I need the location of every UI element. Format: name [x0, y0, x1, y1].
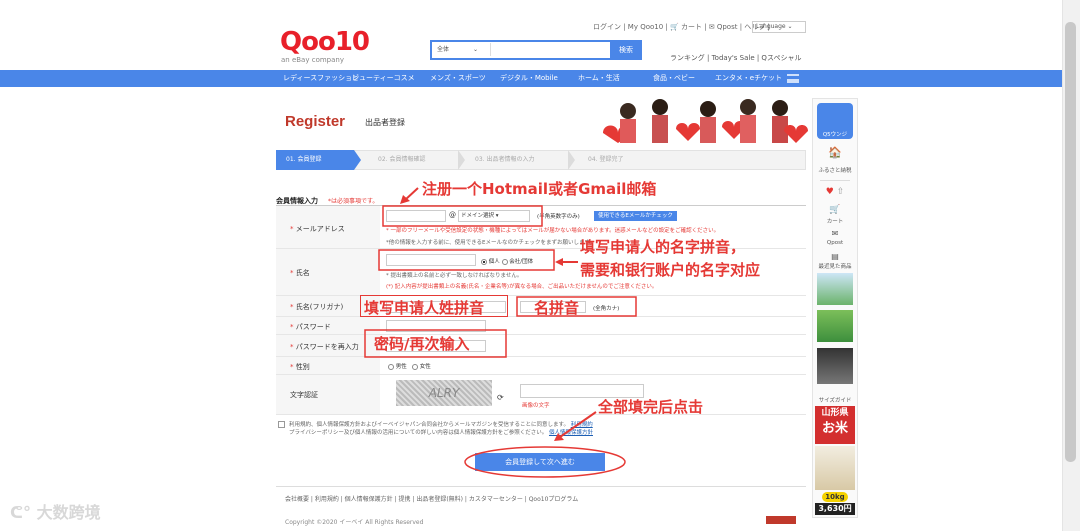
annotation-email: 注册一个Hotmail或者Gmail邮箱 — [422, 180, 657, 198]
annotation-name-1: 填写申请人的名字拼音， — [580, 238, 746, 256]
annotation-overlay — [364, 187, 637, 478]
watermark: ᕦ° 大数跨境 — [10, 503, 101, 522]
watermark-logo-icon: ᕦ° — [10, 503, 37, 522]
annotation-password: 密码/再次输入 — [374, 335, 470, 353]
annotation-name-2: 需要和银行账户的名字对应 — [580, 261, 761, 279]
annotation-surname: 填写申请人姓拼音 — [364, 299, 485, 317]
annotation-submit: 全部填完后点击 — [598, 398, 704, 416]
annotation-givenname: 名拼音 — [534, 299, 580, 317]
